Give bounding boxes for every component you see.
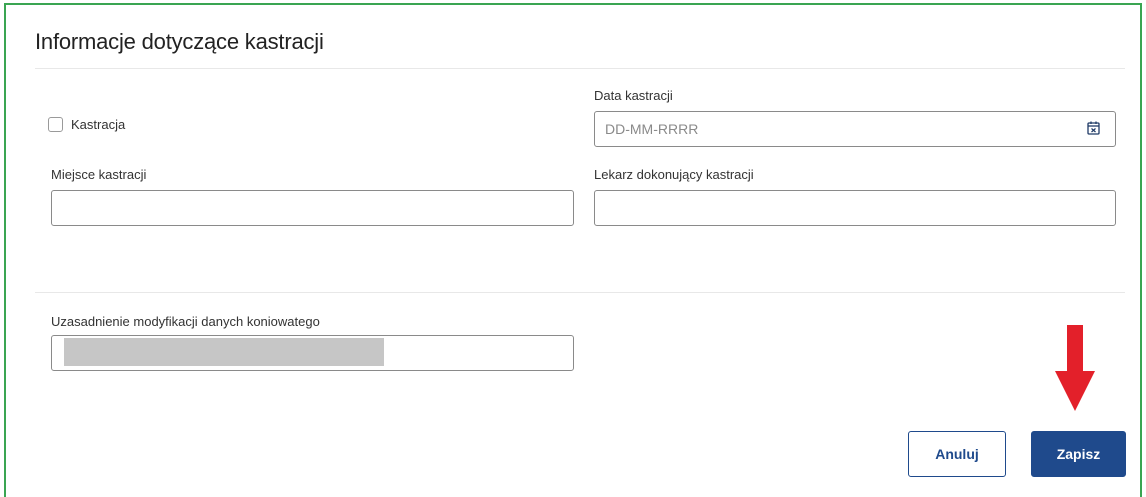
justification-label: Uzasadnienie modyfikacji danych koniowat…: [51, 314, 320, 329]
cancel-button[interactable]: Anuluj: [908, 431, 1006, 477]
castration-place-input[interactable]: [51, 190, 574, 226]
castration-checkbox-row[interactable]: Kastracja: [48, 117, 125, 132]
castration-vet-input[interactable]: [594, 190, 1116, 226]
calendar-icon[interactable]: [1087, 121, 1100, 135]
castration-date-label: Data kastracji: [594, 88, 673, 103]
castration-checkbox[interactable]: [48, 117, 63, 132]
castration-checkbox-label: Kastracja: [71, 117, 126, 132]
form-panel: [4, 3, 1142, 497]
section-divider: [35, 292, 1125, 293]
castration-place-label: Miejsce kastracji: [51, 167, 147, 182]
title-divider: [35, 68, 1125, 69]
section-title: Informacje dotyczące kastracji: [35, 29, 324, 54]
red-arrow-down-icon: [1055, 325, 1095, 411]
redacted-value: [64, 338, 384, 366]
save-button[interactable]: Zapisz: [1031, 431, 1126, 477]
castration-date-input[interactable]: [594, 111, 1116, 147]
castration-vet-label: Lekarz dokonujący kastracji: [594, 167, 754, 182]
